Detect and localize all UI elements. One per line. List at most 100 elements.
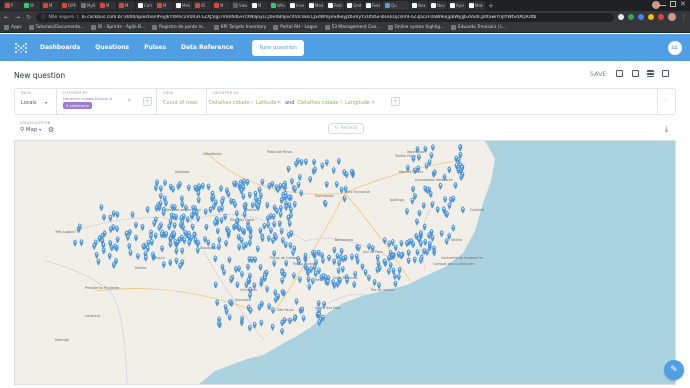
metabase-logo-icon[interactable] (14, 42, 28, 54)
filter-field[interactable]: Detalhes cidade (63, 96, 94, 101)
refresh-button[interactable]: ↻ Refresh (328, 123, 364, 134)
extension-icon[interactable] (618, 14, 624, 20)
view-section[interactable]: VIEW Count of rows (157, 89, 207, 114)
browser-tab[interactable]: Com (136, 1, 154, 10)
bookmark-item[interactable]: KPI Targets Inventory (213, 25, 266, 30)
bookmark-item[interactable]: Apps (4, 25, 22, 30)
sql-icon[interactable] (632, 70, 639, 77)
nav-questions[interactable]: Questions (95, 44, 129, 51)
browser-tab[interactable]: M (117, 1, 135, 10)
tab-title: Qu (391, 3, 397, 8)
tab-title: Mode (315, 3, 323, 8)
nav-dashboards[interactable]: Dashboards (40, 44, 80, 51)
browser-tab[interactable]: Qu (383, 1, 409, 10)
profile-avatar[interactable] (668, 13, 676, 21)
tab-title: M (106, 3, 110, 8)
bookmark-label: BI - Sprints - Agile B... (98, 25, 146, 30)
browser-tab[interactable]: Ajustes (448, 1, 466, 10)
remove-group-icon[interactable]: ✕ (277, 100, 281, 106)
browser-tab[interactable]: M (41, 1, 59, 10)
visualization-type-selector[interactable]: ⚲ Map ▾ (20, 127, 41, 133)
bookmark-item[interactable]: Portal RH - Logon (273, 25, 318, 30)
browser-tab[interactable]: ID (193, 1, 211, 10)
browser-tab[interactable]: MySQ (79, 1, 97, 10)
view-aggregation[interactable]: Count of rows (163, 100, 198, 106)
browser-tab[interactable]: Nexte (410, 1, 428, 10)
new-question-button[interactable]: New question (252, 39, 304, 56)
pin-map[interactable]: Uberlândia Patos de Minas Montes Claros Teó… (14, 140, 676, 385)
browser-tab[interactable]: Noval (429, 1, 447, 10)
tab-favicon-icon (214, 3, 219, 8)
browser-tab[interactable]: Melan (174, 1, 192, 10)
nav-pulses[interactable]: Pulses (144, 44, 166, 51)
browser-tab[interactable]: M (212, 1, 230, 10)
user-avatar[interactable]: LL (668, 41, 682, 55)
new-tab-icon[interactable]: + (488, 2, 494, 10)
browser-tab[interactable]: Differ (60, 1, 78, 10)
browser-tab[interactable]: W (22, 1, 40, 10)
tab-title: M (163, 3, 167, 8)
back-icon[interactable]: ← (3, 14, 10, 21)
close-icon[interactable]: ✕ (680, 1, 688, 8)
extension-icon[interactable] (648, 14, 654, 20)
data-section[interactable]: DATA Locals ▾ (15, 89, 57, 114)
remove-group-icon[interactable]: ✕ (371, 100, 375, 106)
remove-filter-icon[interactable]: ✕ (127, 98, 131, 104)
bookmark-item[interactable]: Eduardo Trevisani | L... (451, 25, 507, 30)
add-grouping-button[interactable]: + (391, 97, 400, 106)
tab-title: M (258, 3, 262, 8)
nav-data-reference[interactable]: Data Reference (181, 44, 233, 51)
chevron-down-icon: ▾ (45, 100, 48, 105)
sidebar-icon[interactable] (662, 70, 669, 77)
browser-tab[interactable]: Relatório (326, 1, 344, 10)
browser-tab[interactable]: M (250, 1, 268, 10)
browser-tab[interactable]: M (155, 1, 173, 10)
add-filter-button[interactable]: + (143, 97, 152, 106)
page-title[interactable]: New question (14, 71, 65, 80)
filter-arrow-icon: < (91, 96, 95, 101)
data-source-value[interactable]: Locals (21, 100, 37, 106)
save-button[interactable]: SAVE (590, 71, 607, 78)
extension-icon[interactable] (638, 14, 644, 20)
maximize-icon[interactable] (670, 1, 676, 7)
menu-icon[interactable]: ⋮ (680, 14, 687, 21)
minimize-icon[interactable] (658, 1, 666, 6)
edit-pencil-icon[interactable]: ✎ (664, 360, 684, 380)
url-input[interactable]: ⓘ Não seguro | bi.clickbus.com.br:3000/q… (36, 12, 614, 22)
group-1-table[interactable]: Detalhes cidade (209, 100, 249, 106)
bookmark-item[interactable]: 53 Management Con... (324, 25, 381, 30)
filter-operator[interactable]: Estado is (95, 96, 112, 101)
extension-icon[interactable] (658, 14, 664, 20)
browser-tab[interactable]: M (98, 1, 116, 10)
browser-tab[interactable]: Vwor (231, 1, 249, 10)
browser-tab[interactable]: P (3, 1, 21, 10)
group-1-field[interactable]: Latitude (256, 100, 277, 106)
info-icon[interactable] (647, 70, 654, 77)
reload-icon[interactable]: ↻ (25, 14, 32, 21)
browser-tab[interactable]: Gmb (345, 1, 363, 10)
group-2-field[interactable]: Longitude (345, 100, 370, 106)
extension-icon[interactable] (628, 14, 634, 20)
browser-tab[interactable]: Mate (467, 1, 485, 10)
tab-title: Relat (372, 3, 380, 8)
browser-tab[interactable]: Relat (364, 1, 382, 10)
bookmark-item[interactable]: Registro de ponto m... (152, 25, 207, 30)
bookmark-label: Tutoriais/Documenta... (35, 25, 85, 30)
download-icon[interactable]: ⤓ (665, 125, 668, 134)
bookmark-label: Eduardo Trevisani | L... (458, 25, 507, 30)
browser-tab[interactable]: Whats (269, 1, 287, 10)
group-2-table[interactable]: Detalhes cidade (298, 100, 338, 106)
bookmark-item[interactable]: Online syntax highlig... (387, 25, 444, 30)
bookmark-item[interactable]: Tutoriais/Documenta... (28, 25, 85, 30)
map-canvas[interactable]: Uberlândia Patos de MinasMontes ClarosTeó… (15, 141, 675, 384)
bookmark-item[interactable]: BI - Sprints - Agile B... (91, 25, 145, 30)
browser-tab[interactable]: Insert (288, 1, 306, 10)
info-icon[interactable]: ⓘ (41, 14, 46, 20)
add-to-dashboard-icon[interactable] (616, 70, 623, 77)
forward-icon[interactable]: → (14, 14, 21, 21)
more-icon[interactable]: ··· (662, 98, 667, 104)
gear-icon[interactable]: ⚙ (48, 126, 54, 134)
browser-tab[interactable]: Mode (307, 1, 325, 10)
more-options[interactable]: ··· (657, 89, 677, 114)
filter-selections-pill[interactable]: 2 selections (63, 102, 92, 109)
